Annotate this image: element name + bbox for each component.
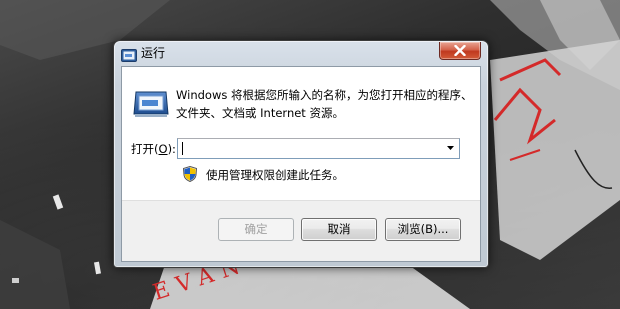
cancel-button[interactable]: 取消 (301, 218, 377, 241)
run-dialog: 运行 Windows 将根据您所输入的名称，为您打开相应的程序、 文件夹、文档或… (113, 40, 489, 268)
open-label-text: 打开( (131, 142, 159, 156)
run-icon (133, 90, 169, 118)
open-label: 打开(O): (131, 141, 176, 157)
browse-button[interactable]: 浏览(B)... (385, 218, 461, 241)
chevron-down-icon (447, 146, 454, 150)
uac-shield-icon (182, 165, 198, 183)
open-label-suffix: ): (167, 142, 176, 156)
run-icon (121, 47, 137, 62)
window-title: 运行 (141, 46, 166, 60)
close-icon (454, 45, 466, 56)
ok-button[interactable]: 确定 (218, 218, 294, 241)
text-caret (182, 142, 183, 155)
button-footer: 确定 取消 浏览(B)... (122, 200, 480, 261)
description-line-2: 文件夹、文档或 Internet 资源。 (176, 106, 344, 120)
description-line-1: Windows 将根据您所输入的名称，为您打开相应的程序、 (176, 88, 473, 102)
open-label-hotkey: O (158, 142, 168, 156)
close-button[interactable] (439, 42, 481, 60)
open-combobox[interactable] (177, 138, 460, 159)
title-bar[interactable]: 运行 (114, 41, 488, 65)
dropdown-button[interactable] (442, 139, 459, 158)
description: Windows 将根据您所输入的名称，为您打开相应的程序、 文件夹、文档或 In… (176, 86, 476, 122)
admin-note: 使用管理权限创建此任务。 (206, 168, 344, 182)
dialog-body: Windows 将根据您所输入的名称，为您打开相应的程序、 文件夹、文档或 In… (121, 66, 481, 262)
open-input[interactable] (180, 140, 434, 157)
